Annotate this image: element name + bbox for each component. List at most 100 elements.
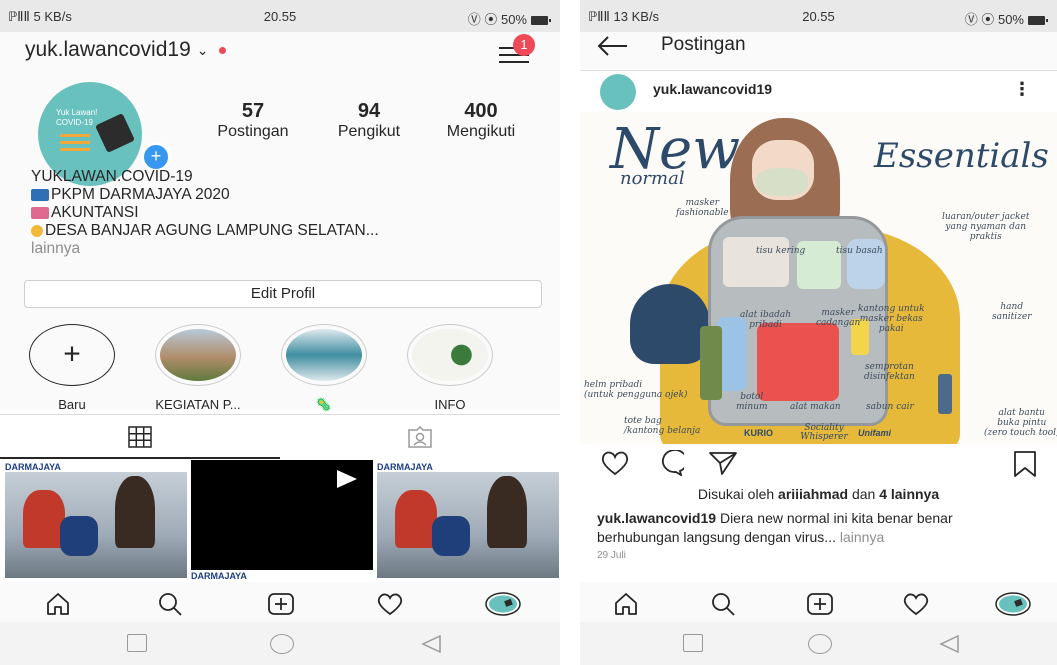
search-icon[interactable]: [157, 592, 183, 616]
post-photo: [5, 472, 187, 578]
likes-prefix: Disukai oleh: [697, 486, 779, 502]
post-author-username[interactable]: yuk.lawancovid19: [653, 81, 772, 97]
label-hand-sanitizer: hand sanitizer: [992, 302, 1032, 322]
avatar-text: Yuk Lawan! COVID-19: [56, 108, 98, 127]
system-nav-bar: [580, 622, 1057, 665]
edit-profile-button[interactable]: Edit Profil: [24, 280, 542, 308]
stat-followers-value: 94: [357, 100, 381, 122]
status-bar: ℙⅡⅡ 13 KB/s 20.55 Ⓥ ⦿ 50%: [580, 0, 1057, 32]
home-icon[interactable]: [45, 592, 71, 616]
more-icon[interactable]: ⋮: [1013, 79, 1031, 100]
plus-icon: +: [63, 337, 81, 371]
heart-icon[interactable]: [376, 592, 404, 616]
brand-unifami: Unifami: [858, 428, 892, 438]
highlight-info[interactable]: INFO: [402, 324, 498, 412]
system-home-icon[interactable]: [808, 634, 832, 654]
highlight-ring: [281, 324, 367, 386]
tab-grid[interactable]: [0, 415, 280, 459]
grid-post[interactable]: DARMAJAYA: [377, 460, 559, 578]
unread-dot: [218, 46, 226, 54]
post-image[interactable]: New normal Essentials masker fashionable…: [580, 112, 1057, 444]
tile-caption: DARMAJAYA: [191, 571, 247, 581]
label-tisu-kering: tisu kering: [756, 246, 806, 256]
label-alat-bantu: alat bantu buka pintu (zero touch tool): [984, 408, 1057, 438]
highlight-label: 🦠: [315, 397, 333, 412]
status-time: 20.55: [263, 9, 297, 24]
search-icon[interactable]: [710, 592, 736, 616]
chevron-down-icon: ⌄: [196, 41, 209, 58]
likes-others: 4 lainnya: [879, 486, 940, 502]
post-likes[interactable]: Disukai oleh ariiiahmad dan 4 lainnya: [580, 486, 1057, 502]
status-time: 20.55: [802, 9, 835, 24]
tab-tagged[interactable]: [280, 415, 560, 459]
bio-line-1: PKPM DARMAJAYA 2020: [51, 186, 230, 203]
stat-posts-label: Postingan: [217, 123, 289, 140]
add-post-icon[interactable]: [267, 592, 295, 616]
label-helm: helm pribadi (untuk pengguna ojek): [584, 380, 688, 400]
stat-following[interactable]: 400 Mengikuti: [433, 100, 529, 141]
status-battery: Ⓥ ⦿ 50%: [965, 9, 1048, 28]
system-back-icon[interactable]: [420, 634, 442, 654]
highlight-cover: [160, 329, 236, 381]
post-author-avatar[interactable]: [600, 74, 636, 110]
label-alat-ibadah: alat ibadah pribadi: [740, 310, 792, 330]
recents-icon[interactable]: [683, 634, 703, 652]
system-back-icon[interactable]: [938, 634, 960, 654]
label-tote: tote bag /kantong belanja: [624, 416, 701, 436]
bio-line-2: AKUNTANSI: [51, 204, 139, 221]
like-heart-icon[interactable]: [600, 450, 630, 476]
add-post-icon[interactable]: [806, 592, 834, 616]
profile-tab-avatar[interactable]: [484, 592, 522, 616]
profile-screen: ℙⅡⅡ 5 KB/s 20.55 Ⓥ ⦿ 50% yuk.lawancovid1…: [0, 0, 560, 665]
battery-text: Ⓥ ⦿ 50%: [467, 12, 527, 27]
label-botol: botol minum: [736, 392, 768, 412]
status-battery: Ⓥ ⦿ 50%: [467, 9, 551, 28]
notification-badge: 1: [513, 34, 535, 56]
status-bar: ℙⅡⅡ 5 KB/s 20.55 Ⓥ ⦿ 50%: [0, 0, 560, 32]
ledger-icon: [31, 206, 49, 219]
highlight-ring: [155, 324, 241, 386]
stat-followers-label: Pengikut: [337, 123, 401, 140]
highlight-virus[interactable]: 🦠: [276, 324, 372, 413]
post-header: Postingan: [580, 32, 1057, 70]
status-network: ℙⅡⅡ 5 KB/s: [8, 9, 72, 24]
menu-button[interactable]: 1: [499, 34, 535, 68]
stat-posts[interactable]: 57 Postingan: [207, 100, 299, 141]
heart-icon[interactable]: [902, 592, 930, 616]
highlight-ring: [407, 324, 493, 386]
illustration-mask: [756, 168, 808, 196]
stat-followers[interactable]: 94 Pengikut: [323, 100, 415, 141]
comment-icon[interactable]: [654, 450, 684, 476]
account-switcher[interactable]: yuk.lawancovid19 ⌄: [25, 38, 226, 62]
system-home-icon[interactable]: [270, 634, 294, 654]
highlight-label: KEGIATAN P...: [155, 397, 241, 412]
profile-body: Yuk Lawan! COVID-19 + 57 Postingan 94 Pe…: [0, 82, 560, 413]
likes-user: ariiiahmad: [778, 486, 849, 502]
home-icon[interactable]: [613, 592, 639, 616]
bio-more-link[interactable]: lainnya: [31, 240, 379, 258]
image-title-normal: normal: [620, 168, 685, 189]
likes-mid: dan: [848, 486, 880, 502]
illustration-tote: [700, 326, 722, 400]
back-arrow-icon[interactable]: [597, 35, 629, 57]
label-sabun: sabun cair: [866, 402, 914, 412]
grid-post[interactable]: DARMAJAYA: [5, 460, 187, 578]
label-semprotan: semprotan disinfektan: [864, 362, 915, 382]
highlight-kegiatan[interactable]: KEGIATAN P...: [150, 324, 246, 412]
highlight-new[interactable]: + Baru: [24, 324, 120, 412]
post-date: 29 Juli: [597, 550, 626, 561]
recents-icon[interactable]: [127, 634, 147, 652]
tile-caption: DARMAJAYA: [5, 462, 61, 472]
profile-tabs: [0, 414, 560, 459]
caption-username[interactable]: yuk.lawancovid19: [597, 510, 716, 526]
new-highlight-ring: +: [29, 324, 115, 386]
bio-line-3: DESA BANJAR AGUNG LAMPUNG SELATAN...: [45, 222, 379, 239]
bookmark-icon[interactable]: [1012, 450, 1038, 478]
share-icon[interactable]: [708, 450, 738, 476]
grid-post-video[interactable]: [191, 460, 373, 570]
post-author-row: yuk.lawancovid19 ⋮: [580, 70, 1057, 110]
caption-more-link[interactable]: lainnya: [836, 529, 884, 545]
illustration-helmet: [630, 284, 710, 364]
profile-tab-avatar[interactable]: [994, 592, 1032, 616]
status-network: ℙⅡⅡ 13 KB/s: [588, 9, 660, 24]
